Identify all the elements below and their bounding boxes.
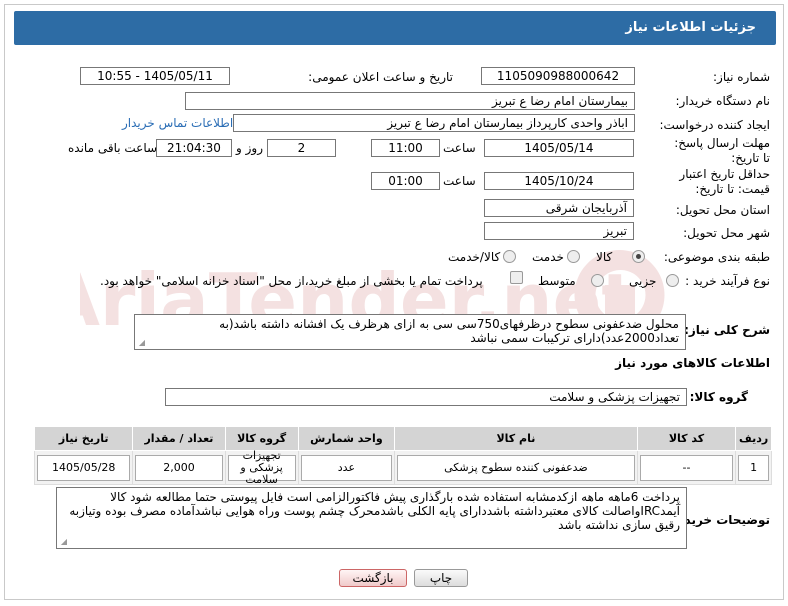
cell-row-number: 1 bbox=[738, 454, 769, 481]
buyer-notes-field: پرداخت 6ماهه ماهه ازکدمشابه استفاده شده … bbox=[56, 487, 687, 549]
resize-handle-icon[interactable]: ◢ bbox=[137, 339, 145, 347]
description-field: محلول ضدعفونی سطوح درظرفهای750سی سی به ا… bbox=[134, 314, 686, 350]
goods-group-field: تجهیزات پزشکی و سلامت bbox=[165, 388, 687, 406]
table-header-row: ردیف کد کالا نام کالا واحد شمارش گروه کا… bbox=[33, 426, 772, 451]
cell-need-date: 1405/05/28 bbox=[37, 454, 131, 481]
goods-info-title: اطلاعات کالاهای مورد نیاز bbox=[615, 356, 770, 370]
cell-name: ضدعفونی کننده سطوح پزشکی bbox=[397, 454, 635, 481]
days-label: روز و bbox=[236, 141, 263, 155]
announce-date-label: تاریخ و ساعت اعلان عمومی: bbox=[308, 70, 453, 84]
creator-field: اباذر واحدی کارپرداز بیمارستان امام رضا … bbox=[233, 114, 635, 132]
cell-group: تجهیزات پزشکی و سلامت bbox=[227, 449, 296, 485]
goods-table: ردیف کد کالا نام کالا واحد شمارش گروه کا… bbox=[33, 426, 772, 485]
category-radio-goods[interactable] bbox=[632, 250, 645, 263]
back-button[interactable]: بازگشت bbox=[339, 569, 407, 587]
category-option-service: خدمت bbox=[532, 250, 564, 264]
cell-unit: عدد bbox=[300, 454, 393, 481]
col-header-name: نام کالا bbox=[394, 426, 638, 451]
category-option-goods: کالا bbox=[596, 250, 613, 264]
process-label: نوع فرآیند خرید : bbox=[685, 274, 770, 288]
table-row: 1 -- ضدعفونی کننده سطوح پزشکی عدد تجهیزا… bbox=[33, 449, 772, 485]
page-header: جزئیات اطلاعات نیاز bbox=[14, 11, 776, 45]
contact-info-link[interactable]: اطلاعات تماس خریدار bbox=[122, 116, 233, 130]
province-label: استان محل تحویل: bbox=[675, 203, 770, 217]
col-header-group: گروه کالا bbox=[224, 426, 299, 451]
reply-deadline-label: مهلت ارسال پاسخ: تا تاریخ: bbox=[674, 136, 770, 165]
price-time-label: ساعت bbox=[443, 174, 476, 188]
buyer-org-label: نام دستگاه خریدار: bbox=[675, 94, 771, 108]
category-label: طبقه بندی موضوعی: bbox=[663, 250, 770, 264]
city-label: شهر محل تحویل: bbox=[683, 226, 770, 240]
province-field: آذربایجان شرقی bbox=[484, 199, 634, 217]
treasury-payment-checkbox[interactable] bbox=[510, 271, 523, 284]
category-radio-goods-service[interactable] bbox=[503, 250, 516, 263]
col-header-unit: واحد شمارش bbox=[297, 426, 396, 451]
remaining-time-field: 21:04:30 bbox=[156, 139, 232, 157]
announce-date-field: 1405/05/11 - 10:55 bbox=[80, 67, 230, 85]
need-number-field: 1105090988000642 bbox=[481, 67, 635, 85]
remaining-time-label: ساعت باقی مانده bbox=[68, 141, 158, 155]
goods-group-label: گروه کالا: bbox=[689, 390, 748, 404]
buyer-org-field: بیمارستان امام رضا ع تبریز bbox=[185, 92, 635, 110]
category-option-goods-service: کالا/خدمت bbox=[448, 250, 501, 264]
creator-label: ایجاد کننده درخواست: bbox=[659, 118, 770, 132]
process-option-minor: جزیی bbox=[629, 274, 657, 288]
city-field: تبریز bbox=[484, 222, 634, 240]
resize-handle-icon[interactable]: ◢ bbox=[59, 538, 67, 546]
days-field: 2 bbox=[267, 139, 336, 157]
treasury-payment-note: پرداخت تمام یا بخشی از مبلغ خرید،از محل … bbox=[100, 274, 483, 288]
cell-code: -- bbox=[639, 454, 734, 481]
category-radio-service[interactable] bbox=[567, 250, 580, 263]
buyer-notes-text: پرداخت 6ماهه ماهه ازکدمشابه استفاده شده … bbox=[69, 490, 680, 532]
col-header-code: کد کالا bbox=[636, 426, 737, 451]
price-time-field: 01:00 bbox=[371, 172, 440, 190]
col-header-quantity: تعداد / مقدار bbox=[132, 426, 226, 451]
process-radio-minor[interactable] bbox=[666, 274, 679, 287]
price-date-field: 1405/10/24 bbox=[484, 172, 634, 190]
need-number-label: شماره نیاز: bbox=[713, 70, 770, 84]
reply-time-field: 11:00 bbox=[371, 139, 440, 157]
col-header-need-date: تاریخ نیاز bbox=[33, 426, 134, 451]
reply-time-label: ساعت bbox=[443, 141, 476, 155]
page-title: جزئیات اطلاعات نیاز bbox=[625, 20, 756, 35]
process-option-medium: متوسط bbox=[538, 274, 576, 288]
process-radio-medium[interactable] bbox=[591, 274, 604, 287]
price-validity-label: حداقل تاریخ اعتبار قیمت: تا تاریخ: bbox=[679, 167, 770, 196]
print-button[interactable]: چاپ bbox=[414, 569, 468, 587]
description-label: شرح کلی نیاز: bbox=[684, 323, 770, 337]
cell-quantity: 2,000 bbox=[135, 454, 223, 481]
col-header-row-number: ردیف bbox=[735, 426, 772, 451]
description-text: محلول ضدعفونی سطوح درظرفهای750سی سی به ا… bbox=[219, 317, 679, 345]
reply-date-field: 1405/05/14 bbox=[484, 139, 634, 157]
